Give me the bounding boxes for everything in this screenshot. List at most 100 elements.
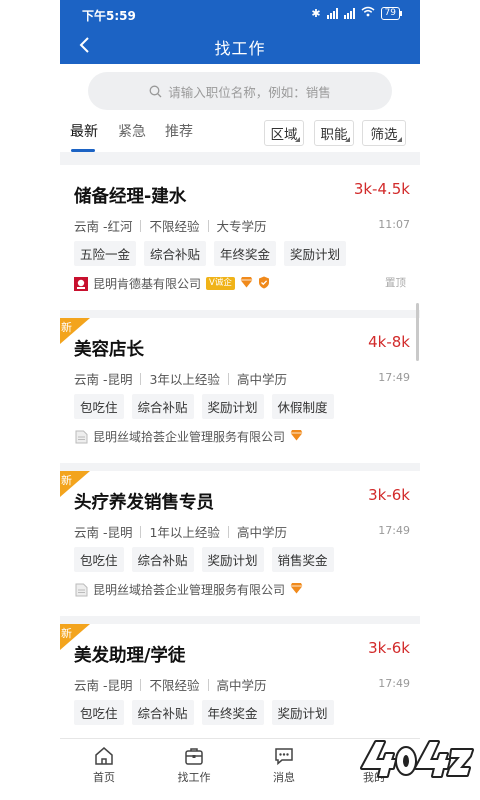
new-tag-label: 新 <box>61 474 72 487</box>
job-location: 云南 -红河 <box>74 219 133 234</box>
job-card[interactable]: 储备经理-建水 3k-4.5k 云南 -红河 不限经验 大专学历 11:07 五… <box>60 165 420 310</box>
job-education: 高中学历 <box>236 372 287 387</box>
job-tags: 包吃住 综合补贴 奖励计划 销售奖金 <box>74 547 334 572</box>
page-title: 找工作 <box>214 39 266 58</box>
dropdown-triangle-icon <box>295 137 300 142</box>
job-meta: 云南 -昆明 1年以上经验 高中学历 <box>74 522 287 541</box>
job-education: 大专学历 <box>216 219 267 234</box>
signal-icon <box>326 7 338 19</box>
battery-icon: 79 <box>380 6 403 20</box>
tabbar-home[interactable]: 首页 <box>74 745 134 785</box>
active-tab-indicator <box>71 149 95 152</box>
job-education: 高中学历 <box>216 678 267 693</box>
filter-more[interactable]: 筛选 <box>362 120 406 146</box>
tab-recommended[interactable]: 推荐 <box>165 121 193 141</box>
job-title: 储备经理-建水 <box>74 187 187 207</box>
job-card[interactable]: 新 头疗养发销售专员 3k-6k 云南 -昆明 1年以上经验 高中学历 17:4… <box>60 471 420 616</box>
tabbar-label: 找工作 <box>177 771 211 784</box>
job-tag: 包吃住 <box>74 547 124 572</box>
search-input[interactable]: 请输入职位名称，例如：销售 <box>88 72 392 110</box>
home-icon <box>95 747 113 765</box>
dropdown-triangle-icon <box>397 137 402 142</box>
job-tag: 奖励计划 <box>284 241 347 266</box>
company-doc-icon <box>74 430 88 444</box>
job-location: 云南 -昆明 <box>74 525 133 540</box>
filter-area[interactable]: 区域 <box>264 120 304 146</box>
search-placeholder: 请输入职位名称，例如：销售 <box>168 84 331 100</box>
job-tags: 包吃住 综合补贴 年终奖金 奖励计划 <box>74 700 334 725</box>
job-location: 云南 -昆明 <box>74 678 133 693</box>
scrollbar[interactable] <box>416 303 419 361</box>
kfc-logo-icon <box>74 276 88 291</box>
job-salary: 3k-6k <box>368 486 410 504</box>
search-area: 请输入职位名称，例如：销售 <box>60 64 420 118</box>
job-tag: 五险一金 <box>74 241 137 266</box>
dropdown-triangle-icon <box>345 137 350 142</box>
tabbar-label: 消息 <box>273 771 295 784</box>
signal-2-icon <box>343 7 355 19</box>
company-row: 昆明肯德基有限公司 V诚企 <box>74 275 270 292</box>
job-time: 17:49 <box>378 524 410 537</box>
job-time: 11:07 <box>378 218 410 231</box>
bluetooth-icon: ✱ <box>311 6 321 20</box>
company-name: 昆明丝域拾荟企业管理服务有限公司 <box>93 583 286 597</box>
company-doc-icon <box>74 583 88 597</box>
job-card[interactable]: 新 美发助理/学徒 3k-6k 云南 -昆明 不限经验 高中学历 17:49 包… <box>60 624 420 738</box>
job-experience: 不限经验 <box>149 219 200 234</box>
job-tag: 年终奖金 <box>201 700 264 725</box>
top-bar: 下午5:59 ✱ 79 找工作 <box>60 0 420 64</box>
nav-bar: 找工作 <box>60 28 420 64</box>
new-tag-label: 新 <box>61 321 72 334</box>
job-time: 17:49 <box>378 371 410 384</box>
job-meta: 云南 -昆明 不限经验 高中学历 <box>74 675 267 694</box>
job-salary: 3k-4.5k <box>353 180 410 198</box>
tab-bar: 最新 紧急 推荐 区域 职能 筛选 <box>60 118 420 152</box>
job-tag: 销售奖金 <box>271 547 334 572</box>
status-bar: 下午5:59 ✱ 79 <box>60 0 420 28</box>
filter-more-label: 筛选 <box>370 127 398 143</box>
job-tag: 综合补贴 <box>144 241 207 266</box>
filter-function[interactable]: 职能 <box>314 120 354 146</box>
tab-urgent[interactable]: 紧急 <box>118 121 146 141</box>
new-tag-label: 新 <box>61 627 72 640</box>
tabbar-label: 首页 <box>93 771 115 784</box>
filter-function-label: 职能 <box>320 127 348 143</box>
tab-latest[interactable]: 最新 <box>70 121 98 141</box>
job-title: 美容店长 <box>74 340 144 360</box>
job-tag: 综合补贴 <box>131 394 194 419</box>
job-tag: 包吃住 <box>74 700 124 725</box>
job-tag: 奖励计划 <box>201 547 264 572</box>
company-name: 昆明肯德基有限公司 <box>93 277 202 291</box>
filter-area-label: 区域 <box>270 127 298 143</box>
job-time: 17:49 <box>378 677 410 690</box>
job-tag: 奖励计划 <box>201 394 264 419</box>
job-location: 云南 -昆明 <box>74 372 133 387</box>
verified-badge: V诚企 <box>206 277 235 290</box>
job-experience: 1年以上经验 <box>149 525 220 540</box>
job-tag: 综合补贴 <box>131 700 194 725</box>
company-row: 昆明丝域拾荟企业管理服务有限公司 <box>74 581 303 598</box>
job-meta: 云南 -红河 不限经验 大专学历 <box>74 216 267 235</box>
tabbar-jobs[interactable]: 找工作 <box>164 745 224 785</box>
job-tag: 奖励计划 <box>271 700 334 725</box>
message-icon <box>275 748 293 766</box>
job-salary: 4k-8k <box>368 333 410 351</box>
job-salary: 3k-6k <box>368 639 410 657</box>
job-title: 头疗养发销售专员 <box>74 493 214 513</box>
job-card[interactable]: 新 美容店长 4k-8k 云南 -昆明 3年以上经验 高中学历 17:49 包吃… <box>60 318 420 463</box>
job-education: 高中学历 <box>236 525 287 540</box>
shield-check-icon <box>258 276 270 292</box>
company-name: 昆明丝域拾荟企业管理服务有限公司 <box>93 430 286 444</box>
pinned-label: 置顶 <box>385 277 406 289</box>
job-tag: 综合补贴 <box>131 547 194 572</box>
job-tags: 五险一金 综合补贴 年终奖金 奖励计划 <box>74 241 347 266</box>
briefcase-icon <box>185 748 203 765</box>
wifi-icon <box>361 6 375 20</box>
watermark-logo <box>356 728 476 790</box>
job-experience: 3年以上经验 <box>149 372 220 387</box>
job-title: 美发助理/学徒 <box>74 646 186 666</box>
phone-screen: 下午5:59 ✱ 79 找工作 请输入职位名称，例如：销售 最新 紧急 推荐 区… <box>60 0 420 800</box>
status-time: 下午5:59 <box>82 9 136 23</box>
tabbar-messages[interactable]: 消息 <box>254 745 314 785</box>
company-row: 昆明丝域拾荟企业管理服务有限公司 <box>74 428 303 445</box>
